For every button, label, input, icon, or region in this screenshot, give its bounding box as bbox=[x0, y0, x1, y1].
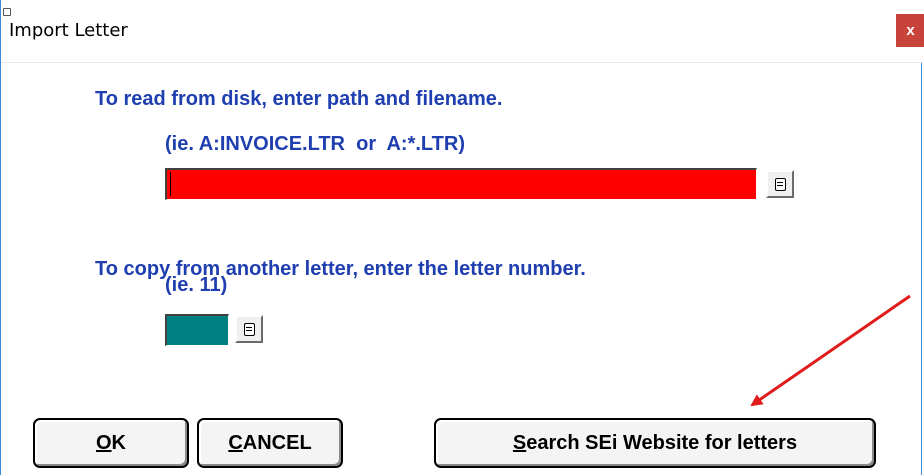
search-label: earch SEi Website for letters bbox=[526, 431, 798, 454]
ok-hotkey: O bbox=[95, 431, 112, 454]
search-website-button[interactable]: Search SEi Website for letters bbox=[434, 418, 876, 468]
dialog-body: To read from disk, enter path and filena… bbox=[1, 62, 923, 475]
lookup-doc-icon bbox=[774, 177, 786, 191]
ok-label: K bbox=[111, 431, 126, 454]
window-menu-icon[interactable] bbox=[3, 8, 11, 16]
cancel-hotkey: C bbox=[228, 431, 243, 454]
cancel-button[interactable]: C ANCEL bbox=[197, 418, 343, 468]
ok-button[interactable]: OK bbox=[33, 418, 189, 468]
text-caret bbox=[170, 172, 171, 196]
disk-example-label: (ie. A:INVOICE.LTR or A:*.LTR) bbox=[165, 133, 465, 155]
disk-path-input[interactable] bbox=[165, 168, 757, 200]
search-hotkey: S bbox=[512, 431, 527, 454]
close-button[interactable]: x bbox=[896, 14, 924, 47]
letter-number-lookup-button[interactable] bbox=[235, 315, 263, 343]
disk-path-lookup-button[interactable] bbox=[766, 170, 794, 198]
title-bar: Import Letter x bbox=[1, 0, 924, 63]
window-title: Import Letter bbox=[9, 20, 128, 41]
disk-instruction-label: To read from disk, enter path and filena… bbox=[95, 88, 503, 110]
copy-example-label: (ie. 11) bbox=[165, 274, 228, 296]
letter-number-input[interactable] bbox=[165, 314, 229, 346]
close-icon: x bbox=[906, 22, 915, 39]
import-letter-dialog: Import Letter x To read from disk, enter… bbox=[0, 0, 924, 475]
cancel-label: ANCEL bbox=[242, 431, 312, 454]
lookup-doc-icon bbox=[243, 322, 255, 336]
